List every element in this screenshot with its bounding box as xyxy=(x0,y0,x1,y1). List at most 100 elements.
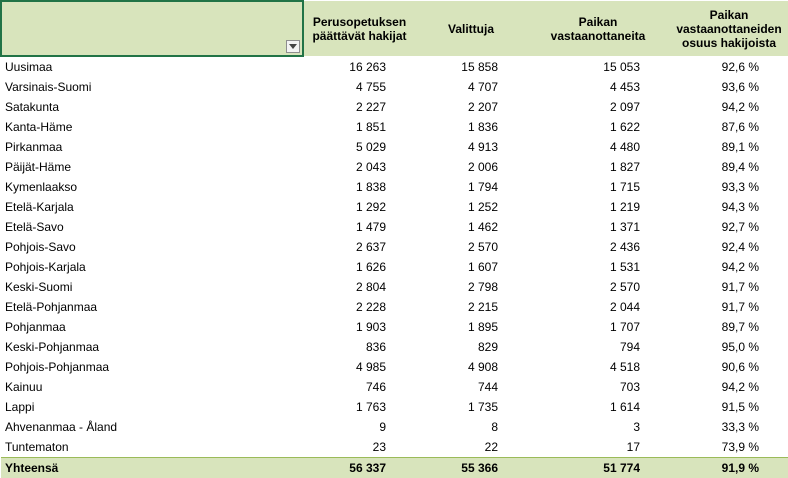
vastaanottaneita-cell[interactable]: 4 480 xyxy=(527,137,669,157)
valittuja-cell[interactable]: 2 207 xyxy=(415,97,527,117)
region-cell[interactable]: Keski-Pohjanmaa xyxy=(1,337,303,357)
vastaanottaneita-cell[interactable]: 4 453 xyxy=(527,77,669,97)
region-cell[interactable]: Keski-Suomi xyxy=(1,277,303,297)
hakijat-cell[interactable]: 2 637 xyxy=(303,237,415,257)
hakijat-cell[interactable]: 9 xyxy=(303,417,415,437)
valittuja-cell[interactable]: 2 006 xyxy=(415,157,527,177)
valittuja-cell[interactable]: 8 xyxy=(415,417,527,437)
vastaanottaneita-cell[interactable]: 1 614 xyxy=(527,397,669,417)
valittuja-cell[interactable]: 1 735 xyxy=(415,397,527,417)
osuus-cell[interactable]: 89,4 % xyxy=(669,157,788,177)
vastaanottaneita-cell[interactable]: 794 xyxy=(527,337,669,357)
valittuja-cell[interactable]: 1 607 xyxy=(415,257,527,277)
vastaanottaneita-cell[interactable]: 1 707 xyxy=(527,317,669,337)
region-cell[interactable]: Etelä-Savo xyxy=(1,217,303,237)
osuus-cell[interactable]: 87,6 % xyxy=(669,117,788,137)
region-cell[interactable]: Lappi xyxy=(1,397,303,417)
vastaanottaneita-cell[interactable]: 1 219 xyxy=(527,197,669,217)
osuus-cell[interactable]: 93,3 % xyxy=(669,177,788,197)
region-cell[interactable]: Etelä-Pohjanmaa xyxy=(1,297,303,317)
osuus-cell[interactable]: 73,9 % xyxy=(669,437,788,458)
region-cell[interactable]: Tuntematon xyxy=(1,437,303,458)
osuus-cell[interactable]: 91,7 % xyxy=(669,277,788,297)
valittuja-cell[interactable]: 1 252 xyxy=(415,197,527,217)
region-cell[interactable]: Kainuu xyxy=(1,377,303,397)
osuus-cell[interactable]: 91,5 % xyxy=(669,397,788,417)
hakijat-cell[interactable]: 5 029 xyxy=(303,137,415,157)
valittuja-cell[interactable]: 2 798 xyxy=(415,277,527,297)
col-header-valittuja[interactable]: Valittuja xyxy=(415,1,527,56)
hakijat-cell[interactable]: 16 263 xyxy=(303,56,415,77)
hakijat-cell[interactable]: 1 292 xyxy=(303,197,415,217)
region-cell[interactable]: Kanta-Häme xyxy=(1,117,303,137)
hakijat-cell[interactable]: 1 851 xyxy=(303,117,415,137)
region-cell[interactable]: Pohjanmaa xyxy=(1,317,303,337)
vastaanottaneita-cell[interactable]: 2 097 xyxy=(527,97,669,117)
vastaanottaneita-cell[interactable]: 4 518 xyxy=(527,357,669,377)
col-header-vastaanottaneita[interactable]: Paikan vastaanottaneita xyxy=(527,1,669,56)
vastaanottaneita-cell[interactable]: 17 xyxy=(527,437,669,458)
hakijat-cell[interactable]: 4 755 xyxy=(303,77,415,97)
vastaanottaneita-cell[interactable]: 2 436 xyxy=(527,237,669,257)
col-header-osuus[interactable]: Paikan vastaanottaneiden osuus hakijoist… xyxy=(669,1,788,56)
valittuja-cell[interactable]: 2 570 xyxy=(415,237,527,257)
vastaanottaneita-cell[interactable]: 15 053 xyxy=(527,56,669,77)
region-cell[interactable]: Pohjois-Karjala xyxy=(1,257,303,277)
hakijat-cell[interactable]: 2 043 xyxy=(303,157,415,177)
vastaanottaneita-cell[interactable]: 3 xyxy=(527,417,669,437)
region-cell[interactable]: Päijät-Häme xyxy=(1,157,303,177)
osuus-cell[interactable]: 94,2 % xyxy=(669,257,788,277)
osuus-cell[interactable]: 92,4 % xyxy=(669,237,788,257)
region-cell[interactable]: Pirkanmaa xyxy=(1,137,303,157)
hakijat-cell[interactable]: 1 903 xyxy=(303,317,415,337)
valittuja-cell[interactable]: 22 xyxy=(415,437,527,458)
valittuja-cell[interactable]: 4 913 xyxy=(415,137,527,157)
hakijat-cell[interactable]: 1 626 xyxy=(303,257,415,277)
hakijat-cell[interactable]: 746 xyxy=(303,377,415,397)
osuus-cell[interactable]: 89,1 % xyxy=(669,137,788,157)
valittuja-cell[interactable]: 1 794 xyxy=(415,177,527,197)
valittuja-cell[interactable]: 4 908 xyxy=(415,357,527,377)
region-cell[interactable]: Ahvenanmaa - Åland xyxy=(1,417,303,437)
hakijat-cell[interactable]: 1 838 xyxy=(303,177,415,197)
hakijat-cell[interactable]: 1 763 xyxy=(303,397,415,417)
valittuja-cell[interactable]: 4 707 xyxy=(415,77,527,97)
hakijat-cell[interactable]: 2 227 xyxy=(303,97,415,117)
region-header-cell[interactable] xyxy=(1,1,303,56)
hakijat-cell[interactable]: 836 xyxy=(303,337,415,357)
region-cell[interactable]: Pohjois-Pohjanmaa xyxy=(1,357,303,377)
vastaanottaneita-cell[interactable]: 1 827 xyxy=(527,157,669,177)
osuus-cell[interactable]: 94,3 % xyxy=(669,197,788,217)
valittuja-cell[interactable]: 829 xyxy=(415,337,527,357)
hakijat-cell[interactable]: 4 985 xyxy=(303,357,415,377)
region-cell[interactable]: Etelä-Karjala xyxy=(1,197,303,217)
filter-dropdown-button[interactable] xyxy=(286,40,300,53)
region-cell[interactable]: Satakunta xyxy=(1,97,303,117)
valittuja-cell[interactable]: 1 836 xyxy=(415,117,527,137)
vastaanottaneita-cell[interactable]: 1 371 xyxy=(527,217,669,237)
valittuja-cell[interactable]: 15 858 xyxy=(415,56,527,77)
valittuja-cell[interactable]: 1 895 xyxy=(415,317,527,337)
valittuja-cell[interactable]: 744 xyxy=(415,377,527,397)
vastaanottaneita-cell[interactable]: 1 531 xyxy=(527,257,669,277)
hakijat-cell[interactable]: 2 228 xyxy=(303,297,415,317)
region-cell[interactable]: Kymenlaakso xyxy=(1,177,303,197)
hakijat-cell[interactable]: 2 804 xyxy=(303,277,415,297)
osuus-cell[interactable]: 93,6 % xyxy=(669,77,788,97)
osuus-cell[interactable]: 94,2 % xyxy=(669,377,788,397)
osuus-cell[interactable]: 92,6 % xyxy=(669,56,788,77)
valittuja-cell[interactable]: 2 215 xyxy=(415,297,527,317)
osuus-cell[interactable]: 33,3 % xyxy=(669,417,788,437)
hakijat-cell[interactable]: 1 479 xyxy=(303,217,415,237)
osuus-cell[interactable]: 91,7 % xyxy=(669,297,788,317)
osuus-cell[interactable]: 92,7 % xyxy=(669,217,788,237)
region-cell[interactable]: Uusimaa xyxy=(1,56,303,77)
hakijat-cell[interactable]: 23 xyxy=(303,437,415,458)
col-header-hakijat[interactable]: Perusopetuksen päättävät hakijat xyxy=(303,1,415,56)
vastaanottaneita-cell[interactable]: 2 570 xyxy=(527,277,669,297)
vastaanottaneita-cell[interactable]: 2 044 xyxy=(527,297,669,317)
osuus-cell[interactable]: 94,2 % xyxy=(669,97,788,117)
region-cell[interactable]: Pohjois-Savo xyxy=(1,237,303,257)
vastaanottaneita-cell[interactable]: 1 622 xyxy=(527,117,669,137)
valittuja-cell[interactable]: 1 462 xyxy=(415,217,527,237)
